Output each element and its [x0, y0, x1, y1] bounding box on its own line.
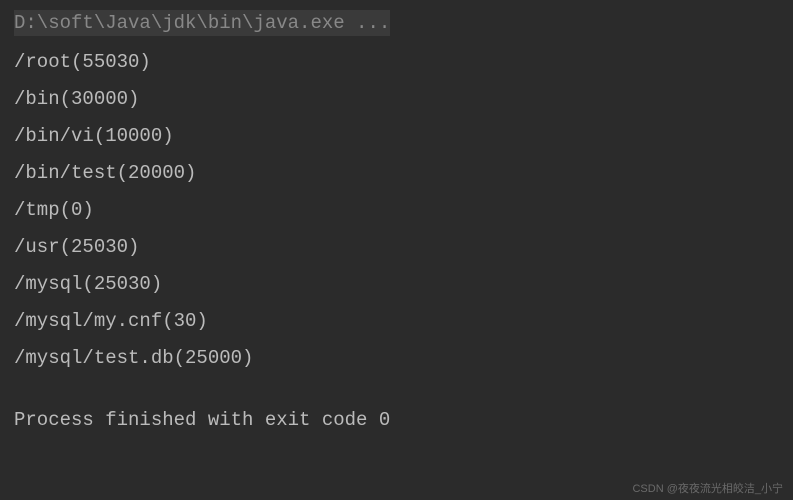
exit-message: Process finished with exit code 0	[14, 409, 779, 431]
output-line: /mysql/test.db(25000)	[14, 340, 779, 377]
output-line: /usr(25030)	[14, 229, 779, 266]
console-output: /root(55030) /bin(30000) /bin/vi(10000) …	[14, 44, 779, 377]
output-line: /bin(30000)	[14, 81, 779, 118]
output-line: /mysql/my.cnf(30)	[14, 303, 779, 340]
output-line: /bin/vi(10000)	[14, 118, 779, 155]
output-line: /bin/test(20000)	[14, 155, 779, 192]
output-line: /mysql(25030)	[14, 266, 779, 303]
watermark: CSDN @夜夜流光相皎洁_小宁	[632, 480, 783, 496]
command-line: D:\soft\Java\jdk\bin\java.exe ...	[14, 10, 390, 36]
output-line: /root(55030)	[14, 44, 779, 81]
output-line: /tmp(0)	[14, 192, 779, 229]
